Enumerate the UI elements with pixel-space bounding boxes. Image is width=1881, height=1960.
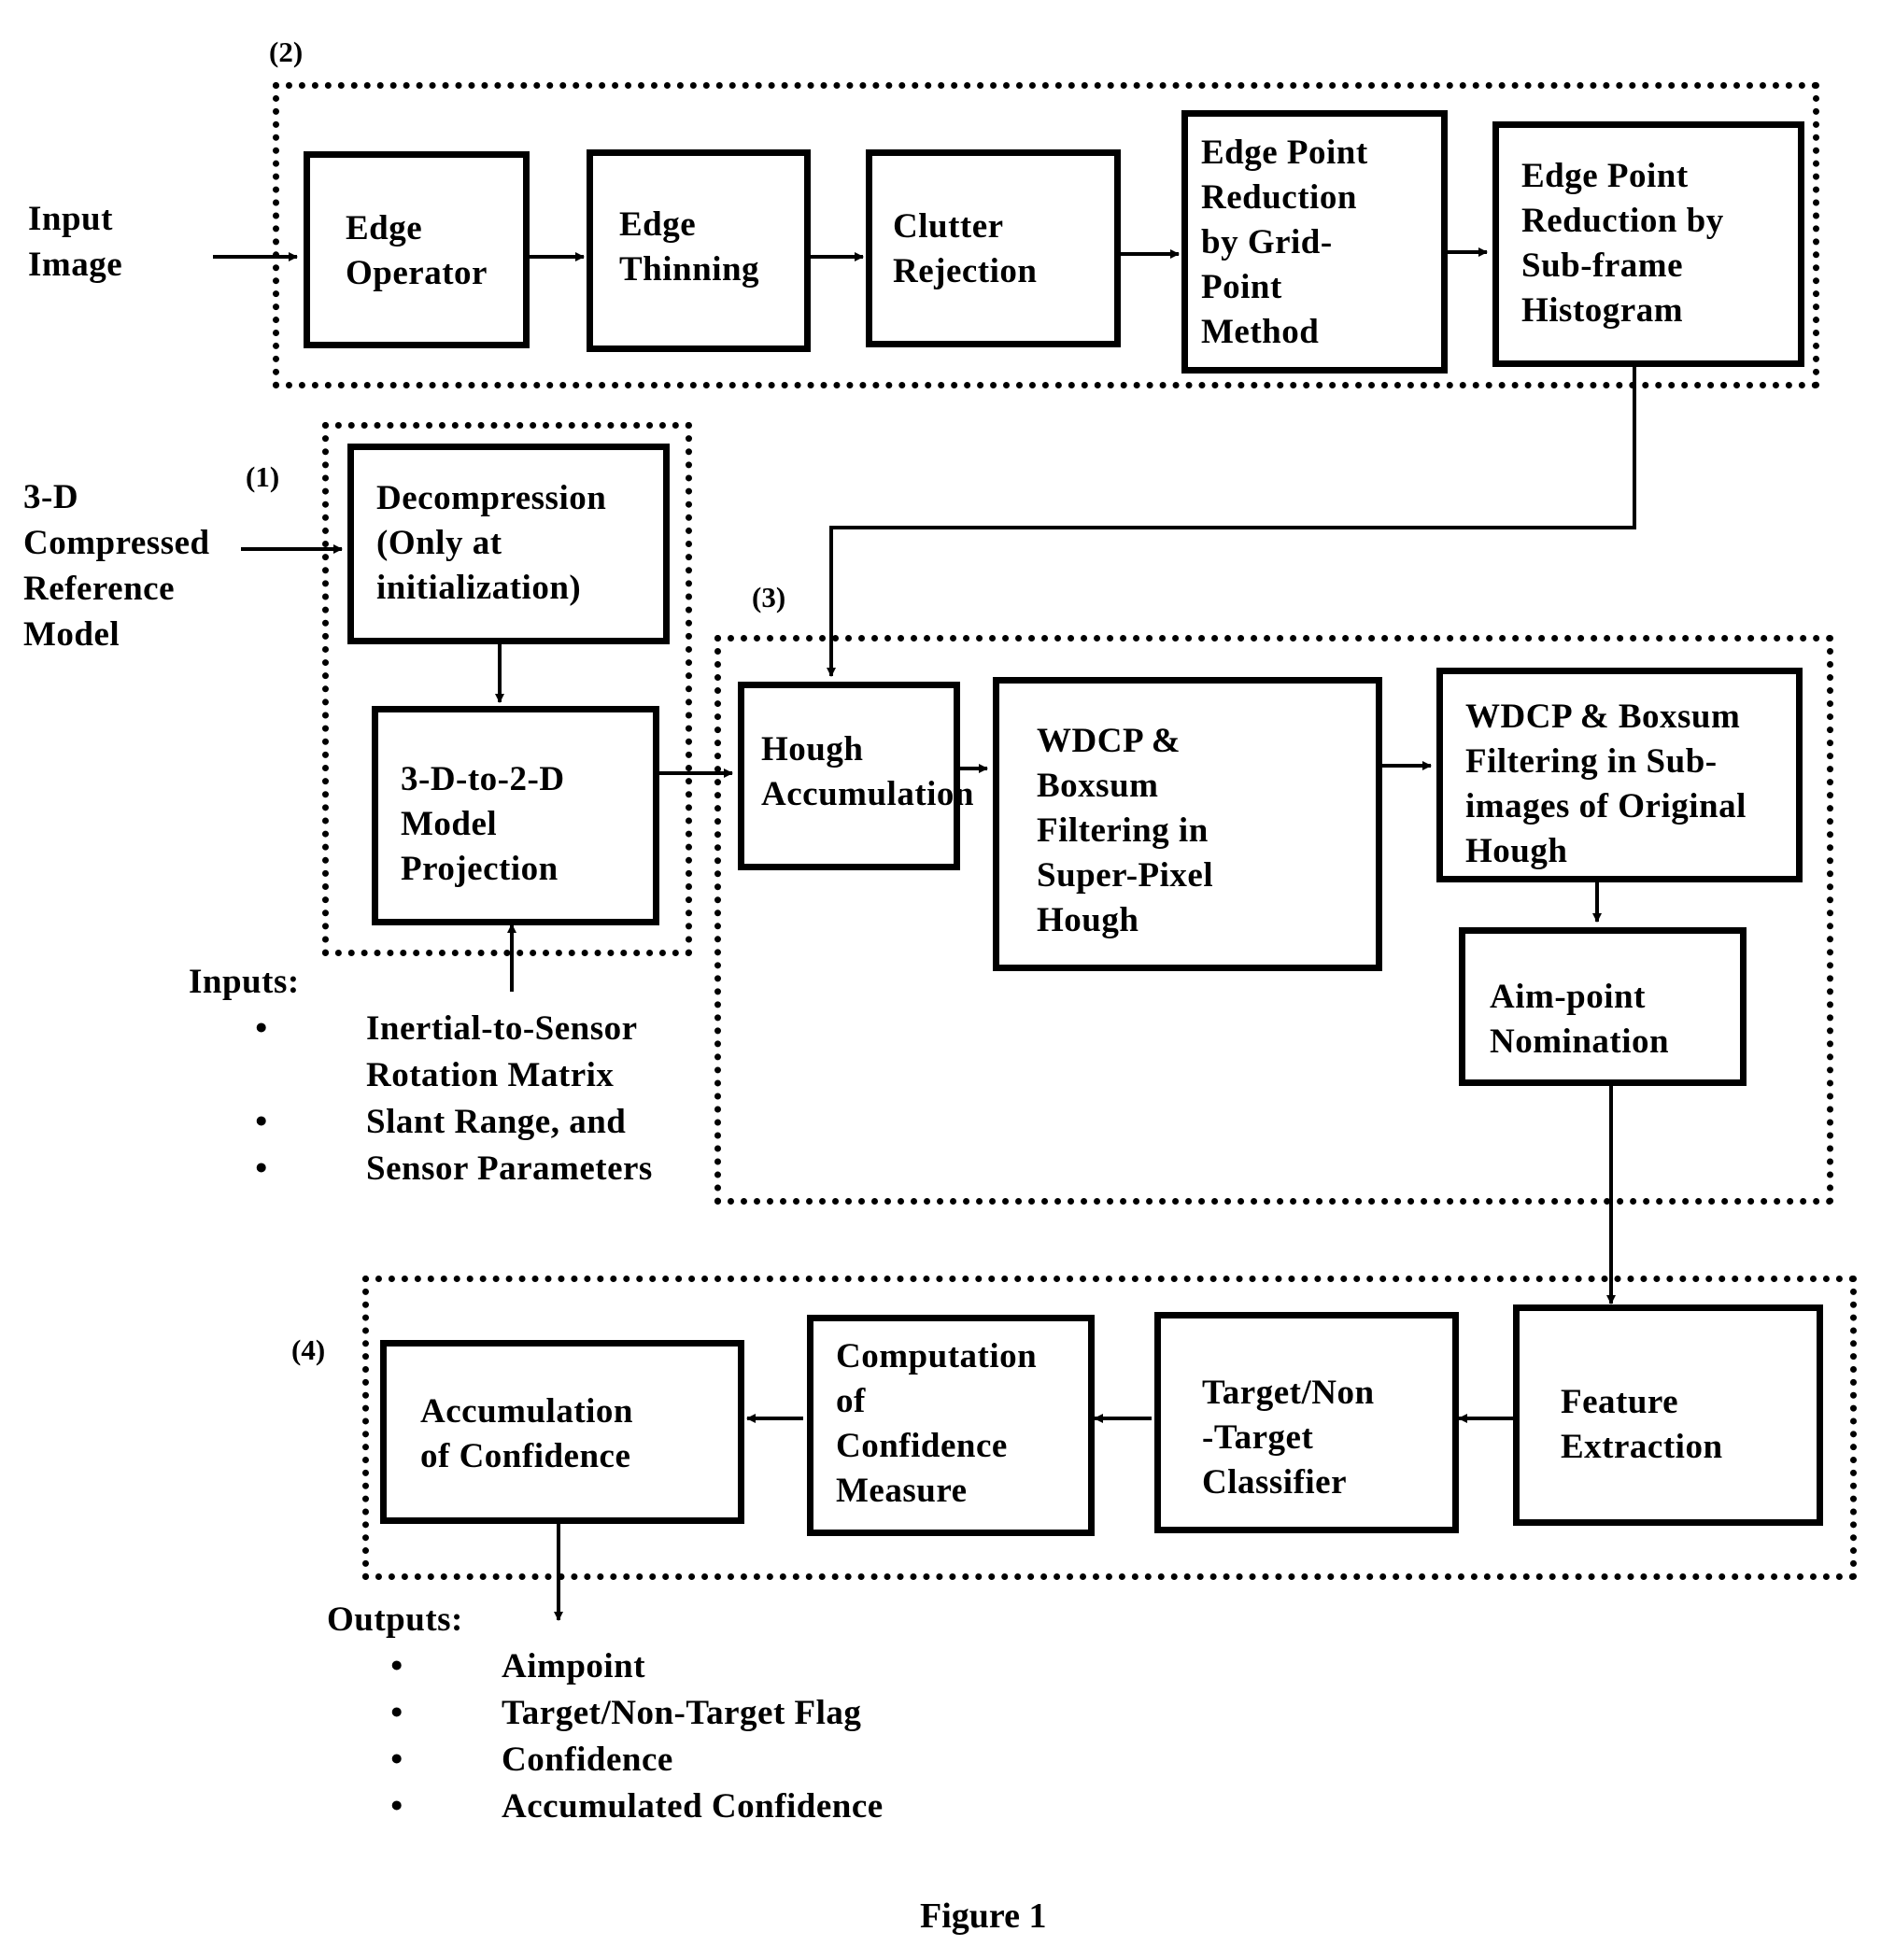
inputs-list-item: • Inertial-to-Sensor Rotation Matrix	[233, 1006, 653, 1099]
subframe-histogram-block: Edge Point Reduction by Sub-frame Histog…	[1492, 121, 1804, 367]
bullet-icon: •	[255, 1149, 268, 1188]
group-2-label: (2)	[269, 35, 304, 68]
edge-thinning-block: Edge Thinning	[587, 149, 811, 352]
inputs-heading: Inputs:	[189, 963, 300, 1001]
edge-operator-block: Edge Operator	[304, 151, 530, 348]
hough-accumulation-block: Hough Accumulation	[738, 682, 974, 870]
reference-model-label: 3-D Compressed Reference Model	[23, 478, 210, 654]
model-projection-block: 3-D-to-2-D Model Projection	[372, 706, 659, 925]
figure-caption: Figure 1	[920, 1897, 1047, 1936]
clutter-rejection-block: Clutter Rejection	[866, 149, 1121, 347]
group-3-label: (3)	[752, 581, 786, 613]
wdcp-subimages-block: WDCP & Boxsum Filtering in Sub- images o…	[1436, 668, 1803, 882]
outputs-list-item: • Accumulated Confidence	[369, 1784, 884, 1830]
decompression-block: Decompression (Only at initialization)	[347, 444, 670, 644]
feature-extraction-block: Feature Extraction	[1513, 1304, 1823, 1526]
bullet-icon: •	[390, 1694, 403, 1732]
group-1-label: (1)	[246, 460, 280, 493]
outputs-list-item: • Confidence	[369, 1737, 884, 1784]
aimpoint-nomination-block: Aim-point Nomination	[1459, 927, 1747, 1086]
confidence-measure-block: Computation of Confidence Measure	[807, 1315, 1095, 1536]
bullet-icon: •	[390, 1787, 403, 1826]
bullet-icon: •	[390, 1741, 403, 1779]
confidence-accumulation-block: Accumulation of Confidence	[380, 1340, 744, 1524]
bullet-icon: •	[255, 1009, 268, 1048]
inputs-list-item: • Sensor Parameters	[233, 1146, 653, 1192]
wdcp-superpixel-block: WDCP & Boxsum Filtering in Super-Pixel H…	[993, 677, 1382, 971]
group-4-label: (4)	[291, 1333, 326, 1366]
input-image-label: Input Image	[28, 200, 123, 284]
outputs-heading: Outputs:	[327, 1600, 463, 1639]
grid-point-reduction-block: Edge Point Reduction by Grid- Point Meth…	[1181, 110, 1448, 374]
inputs-list: • Inertial-to-Sensor Rotation Matrix • S…	[233, 1006, 653, 1192]
outputs-list-item: • Target/Non-Target Flag	[369, 1690, 884, 1737]
outputs-list-item: • Aimpoint	[369, 1643, 884, 1690]
arrow-subframe-to-hough	[827, 367, 1636, 677]
target-classifier-block: Target/Non -Target Classifier	[1154, 1312, 1459, 1533]
inputs-list-item: • Slant Range, and	[233, 1099, 653, 1146]
bullet-icon: •	[390, 1647, 403, 1685]
bullet-icon: •	[255, 1103, 268, 1141]
outputs-list: • Aimpoint • Target/Non-Target Flag • Co…	[369, 1643, 884, 1830]
